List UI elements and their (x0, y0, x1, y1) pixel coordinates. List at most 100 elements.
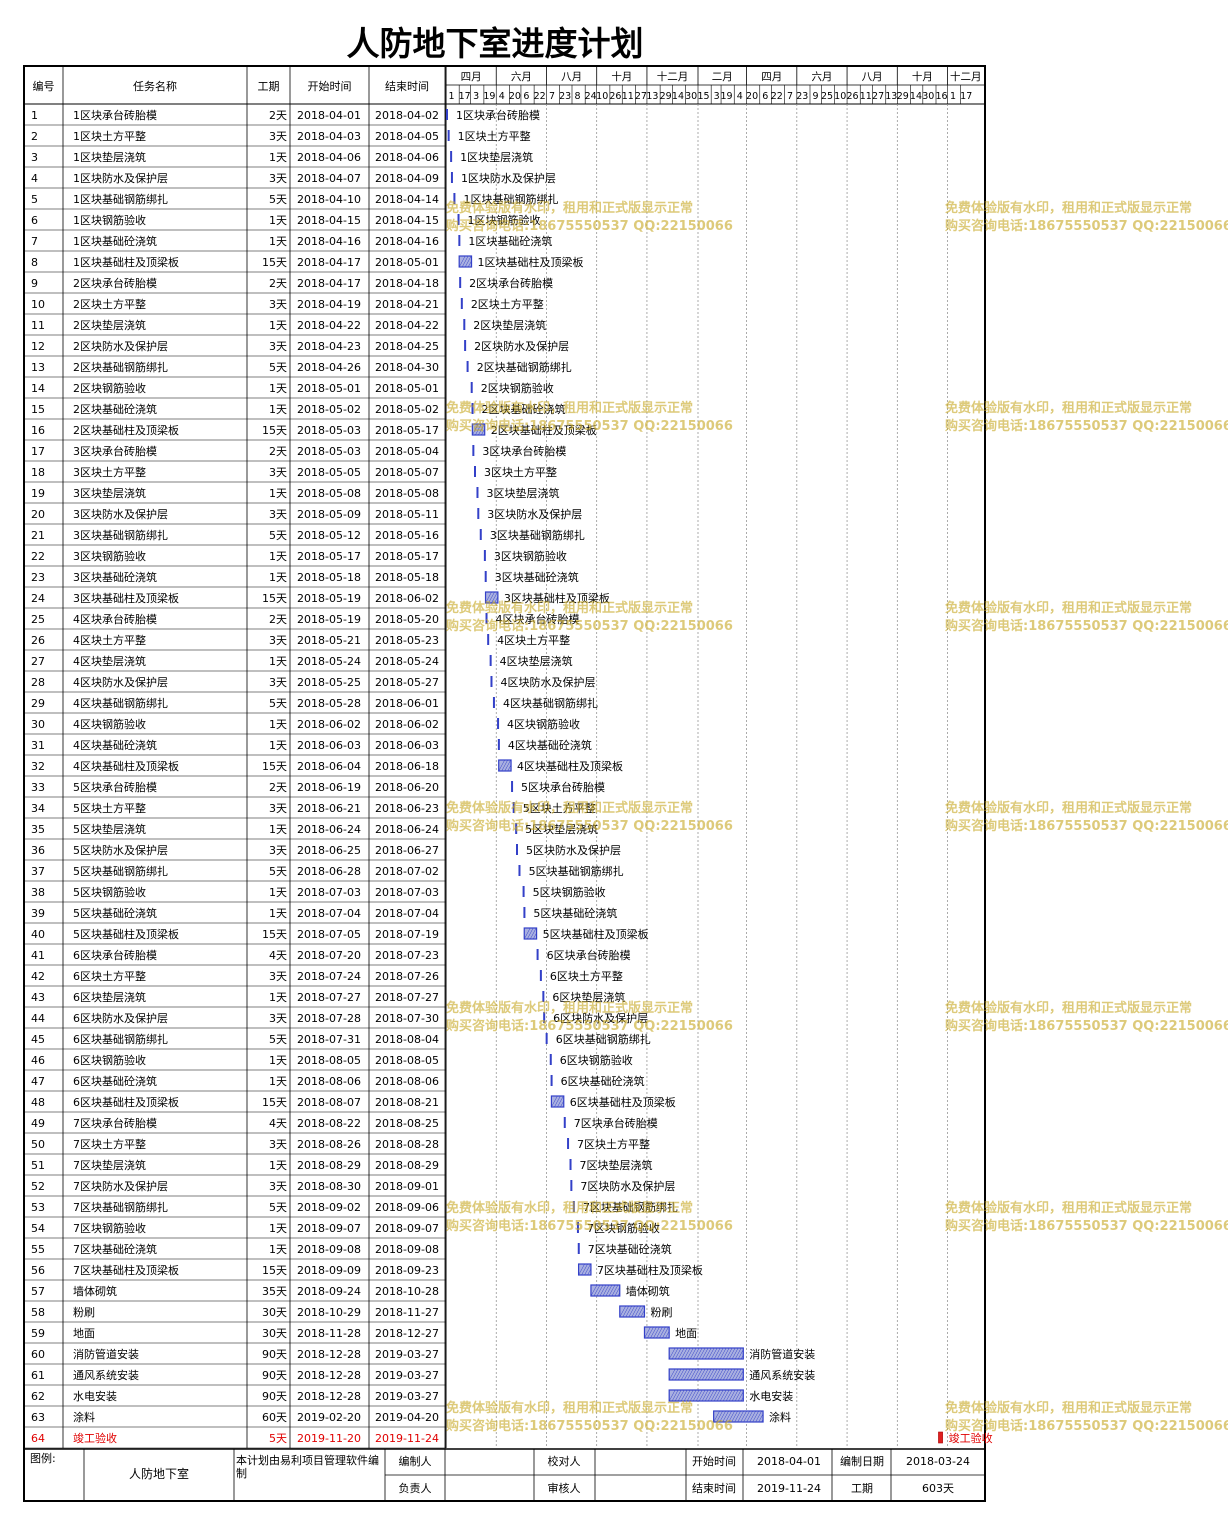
task-duration: 90天 (262, 1369, 287, 1382)
task-duration: 4天 (269, 949, 287, 962)
bar-label: 1区块基础钢筋绑扎 (464, 192, 559, 206)
day-label: 4 (737, 91, 743, 102)
task-bar (511, 781, 514, 792)
task-end: 2018-09-23 (375, 1264, 439, 1277)
task-id: 13 (31, 361, 45, 374)
task-id: 50 (31, 1138, 45, 1151)
task-id: 3 (31, 151, 38, 164)
day-label: 7 (549, 91, 555, 102)
task-name: 4区块防水及保护层 (73, 675, 168, 689)
task-name: 竣工验收 (73, 1431, 117, 1445)
task-bar (466, 361, 469, 372)
task-start: 2018-05-03 (297, 445, 361, 458)
task-id: 35 (31, 823, 45, 836)
task-name: 墙体砌筑 (73, 1284, 117, 1298)
task-id: 7 (31, 235, 38, 248)
day-label: 14 (672, 91, 684, 102)
day-label: 26 (847, 91, 859, 102)
task-end: 2018-07-26 (375, 970, 439, 983)
task-start: 2018-04-01 (297, 109, 361, 122)
task-duration: 2天 (269, 781, 287, 794)
bar-label: 2区块基础柱及顶梁板 (491, 423, 597, 437)
task-name: 2区块钢筋验收 (73, 381, 146, 395)
task-start: 2018-05-18 (297, 571, 361, 584)
bar-label: 1区块垫层浇筑 (460, 150, 533, 164)
task-start: 2018-05-12 (297, 529, 361, 542)
bar-label: 4区块钢筋验收 (507, 717, 580, 731)
start-label: 开始时间 (692, 1454, 736, 1468)
task-duration: 1天 (269, 571, 287, 584)
task-id: 59 (31, 1327, 45, 1340)
task-bar (549, 1054, 552, 1065)
bar-label: 4区块承台砖胎模 (496, 612, 580, 626)
task-duration: 3天 (269, 1180, 287, 1193)
task-bar (464, 340, 467, 351)
task-start: 2018-09-07 (297, 1222, 361, 1235)
task-start: 2018-11-28 (297, 1327, 361, 1340)
bar-label: 涂料 (769, 1410, 791, 1424)
task-start: 2018-08-07 (297, 1096, 361, 1109)
task-id: 8 (31, 256, 38, 269)
task-name: 1区块防水及保护层 (73, 171, 168, 185)
task-id: 30 (31, 718, 45, 731)
day-label: 13 (885, 91, 897, 102)
task-start: 2018-07-28 (297, 1012, 361, 1025)
task-end: 2018-06-18 (375, 760, 439, 773)
task-duration: 15天 (262, 760, 287, 773)
task-start: 2018-05-19 (297, 592, 361, 605)
bar-label: 6区块垫层浇筑 (552, 990, 625, 1004)
month-label: 八月 (561, 71, 582, 83)
task-duration: 3天 (269, 802, 287, 815)
month-label: 十月 (912, 70, 933, 83)
task-id: 16 (31, 424, 45, 437)
day-label: 16 (935, 91, 947, 102)
task-start: 2018-12-28 (297, 1369, 361, 1382)
task-id: 23 (31, 571, 45, 584)
task-duration: 1天 (269, 991, 287, 1004)
task-bar (492, 697, 495, 708)
task-bar (572, 1201, 575, 1212)
bar-label: 2区块钢筋验收 (481, 381, 554, 395)
task-start: 2018-05-01 (297, 382, 361, 395)
task-start: 2018-05-03 (297, 424, 361, 437)
bar-label: 5区块钢筋验收 (533, 885, 606, 899)
task-name: 2区块土方平整 (73, 297, 146, 311)
task-name: 5区块承台砖胎模 (73, 780, 157, 794)
task-bar (463, 319, 466, 330)
task-bar (523, 907, 526, 918)
task-bar (487, 634, 490, 645)
day-label: 20 (509, 91, 521, 102)
task-duration: 2天 (269, 277, 287, 290)
task-bar (515, 823, 518, 834)
day-label: 4 (499, 91, 505, 102)
task-end: 2018-05-23 (375, 634, 439, 647)
task-end: 2019-11-24 (375, 1432, 439, 1445)
task-bar (577, 1243, 580, 1254)
task-bar (484, 571, 487, 582)
task-end: 2018-11-27 (375, 1306, 439, 1319)
task-start: 2019-02-20 (297, 1411, 361, 1424)
task-duration: 5天 (269, 697, 287, 710)
task-start: 2018-12-28 (297, 1348, 361, 1361)
day-label: 26 (609, 91, 621, 102)
task-id: 15 (31, 403, 45, 416)
task-bar (472, 445, 475, 456)
task-end: 2018-09-08 (375, 1243, 439, 1256)
task-name: 5区块垫层浇筑 (73, 822, 146, 836)
bar-label: 5区块基础柱及顶梁板 (543, 927, 649, 941)
task-end: 2018-08-21 (375, 1096, 439, 1109)
start-value: 2018-04-01 (757, 1454, 821, 1468)
task-bar (474, 466, 476, 477)
task-name: 6区块防水及保护层 (73, 1011, 168, 1025)
task-duration: 60天 (262, 1411, 287, 1424)
task-name: 4区块基础砼浇筑 (73, 738, 157, 752)
task-end: 2018-07-30 (375, 1012, 439, 1025)
task-end: 2018-05-16 (375, 529, 439, 542)
task-start: 2018-04-19 (297, 298, 361, 311)
bar-label: 竣工验收 (949, 1431, 993, 1445)
day-label: 8 (574, 91, 580, 102)
task-bar (457, 214, 460, 225)
task-bar (490, 676, 493, 687)
day-label: 22 (534, 91, 546, 102)
task-name: 4区块基础柱及顶梁板 (73, 759, 179, 773)
